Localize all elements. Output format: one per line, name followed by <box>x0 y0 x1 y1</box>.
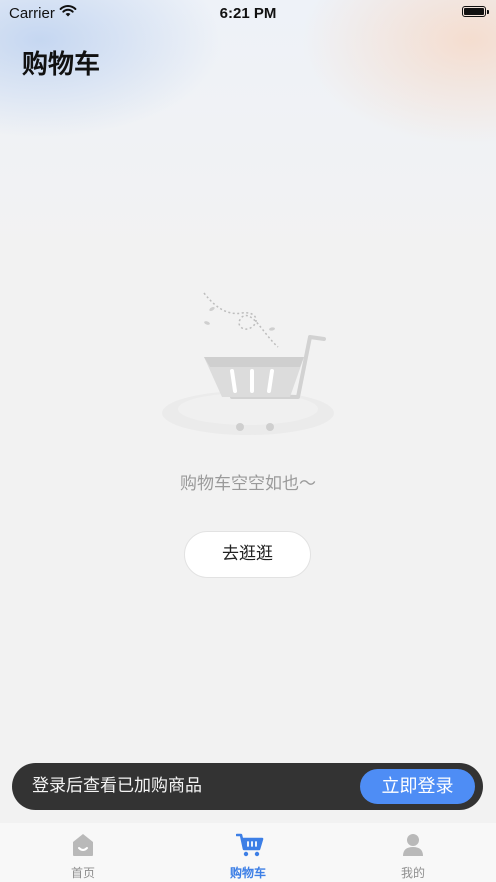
tab-cart-label: 购物车 <box>229 866 266 880</box>
tab-home[interactable]: 首页 <box>33 823 133 882</box>
page-title: 购物车 <box>22 50 101 80</box>
empty-cart-illustration <box>160 285 336 435</box>
login-prompt-text: 登录后查看已加购商品 <box>32 776 202 796</box>
tab-cart[interactable]: 购物车 <box>198 823 298 882</box>
go-shopping-button[interactable]: 去逛逛 <box>184 531 311 578</box>
cart-icon <box>236 833 264 857</box>
tab-profile[interactable]: 我的 <box>363 823 463 882</box>
status-bar: Carrier 6:21 PM <box>0 0 496 26</box>
empty-cart-message: 购物车空空如也～ <box>180 474 316 494</box>
login-button[interactable]: 立即登录 <box>360 769 475 804</box>
header-background <box>0 0 496 260</box>
tab-home-label: 首页 <box>70 866 95 880</box>
tab-profile-label: 我的 <box>400 866 425 880</box>
login-prompt-bar: 登录后查看已加购商品 立即登录 <box>12 763 483 810</box>
home-icon <box>73 834 93 856</box>
battery-icon <box>462 6 489 17</box>
tab-bar: 首页 购物车 我的 <box>0 823 496 882</box>
profile-icon <box>403 834 423 856</box>
clock: 6:21 PM <box>219 5 277 22</box>
